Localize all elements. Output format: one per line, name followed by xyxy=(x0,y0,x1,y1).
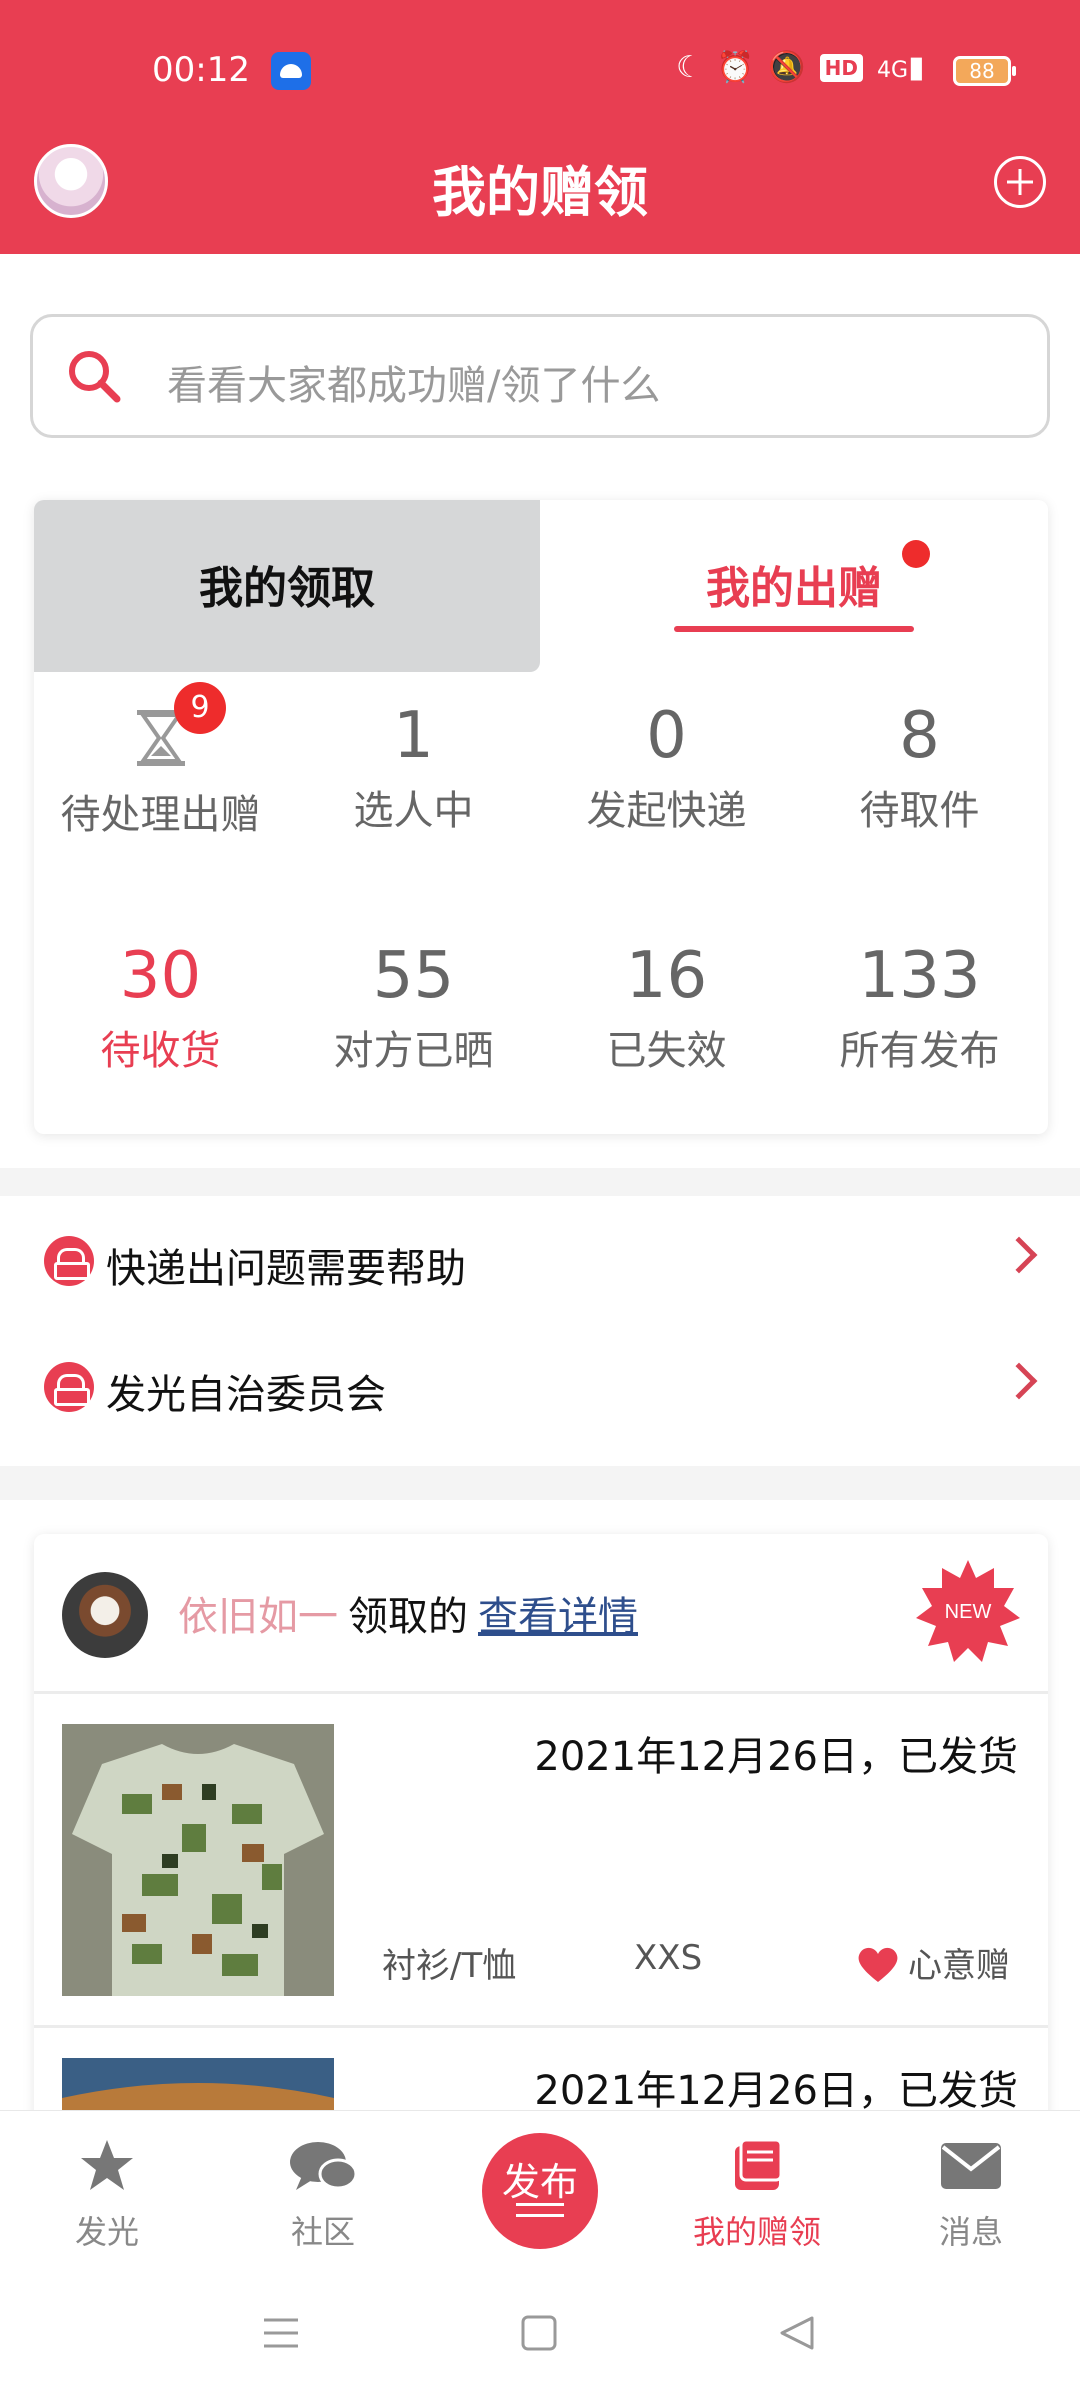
signal-4g-icon: 4G▮ xyxy=(876,50,925,85)
stat-value: 0 xyxy=(646,699,687,773)
stat-value: 55 xyxy=(372,939,455,1013)
battery-icon: 88 xyxy=(953,56,1016,86)
tab-label: 我的赠领 xyxy=(692,2213,821,2251)
menu-label: 快递出问题需要帮助 xyxy=(106,1246,466,1292)
notification-dot xyxy=(902,540,930,568)
item-type: 心意赠 xyxy=(908,1946,1010,1986)
stat-label: 待收货 xyxy=(100,1028,221,1074)
search-input[interactable]: 看看大家都成功赠/领了什么 xyxy=(30,314,1050,438)
home-icon[interactable] xyxy=(520,2314,558,2352)
courier-icon xyxy=(44,1362,94,1412)
item-date: 2021年12月26日，已发货 xyxy=(534,2068,1018,2110)
tab-label: 社区 xyxy=(290,2213,355,2251)
stat-awaiting-receipt[interactable]: 30 待收货 xyxy=(34,936,287,1076)
tab-my-gifts[interactable]: 我的赠领 xyxy=(682,2135,832,2253)
stat-shipping[interactable]: 0 发起快递 xyxy=(540,696,793,836)
moon-icon: ☾ xyxy=(676,50,703,85)
menu-label: 发光自治委员会 xyxy=(106,1372,386,1418)
mail-icon xyxy=(941,2143,1001,2189)
bottom-tab-bar: 发光 社区 发布 我的赠领 消息 xyxy=(0,2110,1080,2270)
pending-badge: 9 xyxy=(174,682,226,734)
item-thumbnail[interactable] xyxy=(62,2058,334,2110)
status-icons: ☾ ⏰ 🔕 HD 4G▮ xyxy=(676,50,925,85)
search-placeholder: 看看大家都成功赠/领了什么 xyxy=(167,363,661,409)
feed-username[interactable]: 依旧如一 xyxy=(178,1594,338,1640)
stat-label: 选人中 xyxy=(353,788,474,834)
stat-value: 16 xyxy=(625,939,708,1013)
chevron-right-icon xyxy=(1000,1362,1038,1400)
publish-button[interactable]: 发布 xyxy=(482,2133,598,2249)
heart-icon xyxy=(858,1947,898,1982)
tab-faguang[interactable]: 发光 xyxy=(32,2135,182,2253)
search-icon xyxy=(69,351,121,403)
courier-icon xyxy=(44,1236,94,1286)
tab-messages[interactable]: 消息 xyxy=(896,2135,1046,2253)
tab-indicator xyxy=(674,626,914,632)
alarm-icon: ⏰ xyxy=(716,50,755,85)
stat-label: 所有发布 xyxy=(839,1028,1000,1074)
stat-selecting[interactable]: 1 选人中 xyxy=(287,696,540,836)
star-icon xyxy=(81,2140,133,2190)
item-thumbnail[interactable] xyxy=(62,1724,334,1996)
tab-my-receive[interactable]: 我的领取 xyxy=(34,500,540,672)
view-details-link[interactable]: 查看详情 xyxy=(478,1594,638,1640)
item-size: XXS xyxy=(634,1938,703,1978)
feed-header: 依旧如一 领取的 查看详情 NEW xyxy=(34,1534,1048,1694)
stat-value: 133 xyxy=(858,939,981,1013)
stat-value: 8 xyxy=(899,699,940,773)
stat-all-published[interactable]: 133 所有发布 xyxy=(793,936,1046,1076)
stat-label: 待处理出赠 xyxy=(60,792,261,838)
tab-community[interactable]: 社区 xyxy=(248,2135,398,2253)
tab-my-give[interactable]: 我的出赠 xyxy=(540,500,1048,672)
menu-committee[interactable]: 发光自治委员会 xyxy=(0,1322,1080,1448)
tab-label: 发光 xyxy=(74,2213,139,2251)
app-header: 00:12 ☾ ⏰ 🔕 HD 4G▮ 88 我的赠领 xyxy=(0,0,1080,254)
menu-icon[interactable] xyxy=(262,2314,300,2352)
new-badge: NEW xyxy=(916,1560,1020,1662)
status-bar: 00:12 ☾ ⏰ 🔕 HD 4G▮ 88 xyxy=(0,0,1080,140)
plus-circle-icon[interactable] xyxy=(994,156,1046,208)
chevron-right-icon xyxy=(1000,1236,1038,1274)
feed-user-avatar[interactable] xyxy=(62,1572,148,1658)
page-title: 我的赠领 xyxy=(432,161,648,224)
feed-action: 领取的 xyxy=(348,1594,468,1640)
chat-bubbles-icon xyxy=(290,2142,358,2190)
main-content: 看看大家都成功赠/领了什么 我的领取 我的出赠 9 待处理出赠 1 选人中 0 … xyxy=(0,254,1080,2110)
item-date: 2021年12月26日，已发货 xyxy=(534,1734,1018,1780)
android-icon xyxy=(271,52,311,90)
stat-pending-give[interactable]: 9 待处理出赠 xyxy=(34,682,287,840)
stat-expired[interactable]: 16 已失效 xyxy=(540,936,793,1076)
stat-pickup[interactable]: 8 待取件 xyxy=(793,696,1046,836)
stat-label: 待取件 xyxy=(859,788,980,834)
stats-card: 我的领取 我的出赠 9 待处理出赠 1 选人中 0 发起快递 8 待取件 30 … xyxy=(34,500,1048,1134)
back-icon[interactable] xyxy=(778,2314,816,2352)
tab-label: 消息 xyxy=(938,2213,1003,2251)
stat-label: 已失效 xyxy=(606,1028,727,1074)
stat-label: 对方已晒 xyxy=(333,1028,494,1074)
section-divider xyxy=(0,1466,1080,1500)
book-icon xyxy=(735,2138,783,2190)
publish-icon xyxy=(516,2203,564,2225)
tab-label: 我的领取 xyxy=(199,563,375,614)
item-category: 衬衫/T恤 xyxy=(382,1946,517,1986)
stat-shown[interactable]: 55 对方已晒 xyxy=(287,936,540,1076)
feed-item[interactable]: 2021年12月26日，已发货 衬衫/T恤 XXS 心意赠 xyxy=(34,1694,1048,2028)
svg-text:NEW: NEW xyxy=(945,1601,992,1623)
section-divider xyxy=(0,1168,1080,1196)
stat-value: 1 xyxy=(393,699,434,773)
feed-user-line: 依旧如一 领取的 查看详情 xyxy=(178,1584,638,1642)
menu-courier-help[interactable]: 快递出问题需要帮助 xyxy=(0,1196,1080,1322)
system-nav-bar xyxy=(0,2270,1080,2400)
stat-value: 30 xyxy=(119,939,202,1013)
publish-label: 发布 xyxy=(501,2160,578,2204)
hd-icon: HD xyxy=(819,53,863,82)
feed-item[interactable]: 2021年12月26日，已发货 xyxy=(34,2028,1048,2110)
mute-icon: 🔕 xyxy=(768,50,806,85)
tab-label: 我的出赠 xyxy=(706,563,882,614)
status-time: 00:12 xyxy=(152,50,250,90)
feed-card: 依旧如一 领取的 查看详情 NEW 2021年12月26日，已发货 衬衫/T恤 XX… xyxy=(34,1534,1048,2110)
stat-label: 发起快递 xyxy=(586,788,747,834)
